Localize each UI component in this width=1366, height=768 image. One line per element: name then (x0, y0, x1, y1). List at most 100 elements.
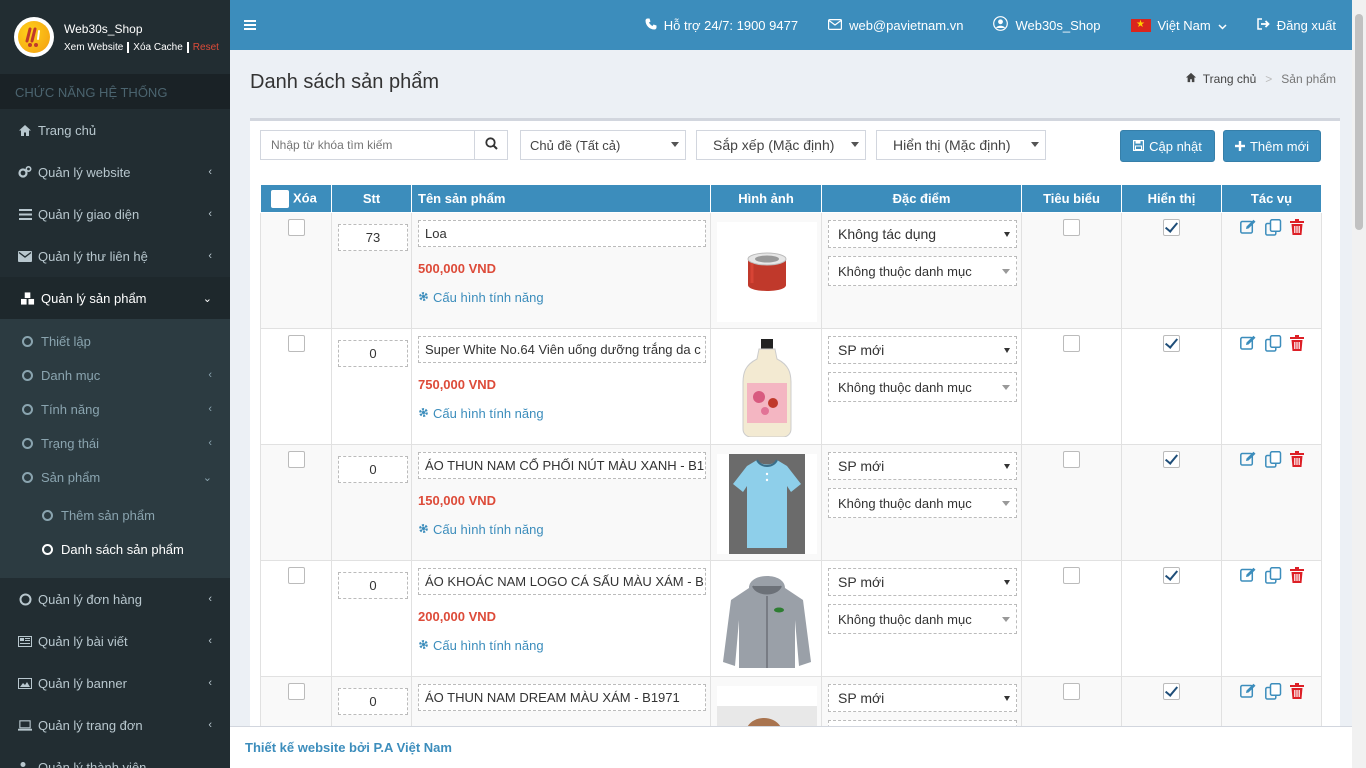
logo[interactable] (14, 17, 54, 57)
delete-checkbox[interactable] (287, 335, 305, 352)
feature-select[interactable]: SP mới (828, 684, 1017, 712)
scrollbar-thumb[interactable] (1355, 14, 1363, 230)
category-select[interactable]: Không thuộc danh mục (828, 488, 1017, 518)
vertical-scrollbar[interactable] (1352, 0, 1366, 768)
visible-checkbox[interactable] (1163, 335, 1180, 352)
category-select[interactable]: Không thuộc danh mục (828, 256, 1017, 286)
sidebar-item-orders[interactable]: Quản lý đơn hàng ‹ (0, 578, 230, 620)
product-image[interactable] (717, 686, 817, 726)
category-select[interactable]: Không thuộc danh mục (828, 372, 1017, 402)
edit-icon[interactable] (1239, 567, 1257, 587)
sidebar-item-theme[interactable]: Quản lý giao diện ‹ (0, 193, 230, 235)
cog-icon (418, 290, 429, 305)
visible-checkbox[interactable] (1163, 683, 1180, 700)
feature-select[interactable]: Không tác dụng (828, 220, 1017, 248)
email-link[interactable]: web@pavietnam.vn (828, 18, 963, 33)
trash-icon[interactable] (1289, 451, 1304, 471)
breadcrumb-home[interactable]: Trang chủ (1203, 72, 1257, 86)
product-image[interactable] (717, 222, 817, 322)
delete-checkbox[interactable] (287, 451, 305, 468)
copy-icon[interactable] (1264, 219, 1282, 239)
product-name-input[interactable]: ÁO KHOÁC NAM LOGO CÁ SẤU MÀU XÁM - B (418, 568, 706, 595)
chevron-left-icon: ‹ (208, 719, 212, 731)
product-name-input[interactable]: Loa (418, 220, 706, 247)
delete-checkbox[interactable] (287, 219, 305, 236)
product-image[interactable] (717, 454, 817, 554)
product-name-input[interactable]: ÁO THUN NAM DREAM MÀU XÁM - B1971 (418, 684, 706, 711)
featured-checkbox[interactable] (1063, 335, 1080, 352)
user-menu[interactable]: Web30s_Shop (993, 16, 1101, 34)
copy-icon[interactable] (1264, 335, 1282, 355)
sidebar-item-website[interactable]: Quản lý website ‹ (0, 151, 230, 193)
sidebar-subsub-product-list[interactable]: Danh sách sản phẩm (0, 532, 230, 566)
delete-checkbox[interactable] (287, 567, 305, 584)
stt-input[interactable]: 0 (338, 340, 408, 367)
update-button[interactable]: Cập nhật (1120, 130, 1215, 162)
stt-input[interactable]: 0 (338, 688, 408, 715)
copy-icon[interactable] (1264, 683, 1282, 703)
visible-checkbox[interactable] (1163, 567, 1180, 584)
stt-input[interactable]: 73 (338, 224, 408, 251)
product-image[interactable] (717, 338, 817, 438)
delete-checkbox[interactable] (287, 683, 305, 700)
product-name-input[interactable]: ÁO THUN NAM CỔ PHỐI NÚT MÀU XANH - B1 (418, 452, 706, 479)
display-select[interactable]: Hiển thị (Mặc định) (876, 130, 1046, 160)
visible-checkbox[interactable] (1163, 451, 1180, 468)
stt-input[interactable]: 0 (338, 572, 408, 599)
reset-link[interactable]: Reset (193, 42, 219, 53)
add-new-button[interactable]: Thêm mới (1223, 130, 1321, 162)
featured-cell (1021, 560, 1122, 677)
feature-select[interactable]: SP mới (828, 452, 1017, 480)
sidebar-item-products[interactable]: Quản lý sản phẩm ⌄ (0, 277, 230, 319)
language-select[interactable]: ★ Việt Nam (1130, 18, 1227, 33)
config-link[interactable]: Cấu hình tính năng (418, 638, 704, 653)
featured-checkbox[interactable] (1063, 451, 1080, 468)
category-select[interactable]: Chủ đề (Tất cả) (520, 130, 686, 160)
feature-select[interactable]: SP mới (828, 336, 1017, 364)
featured-checkbox[interactable] (1063, 219, 1080, 236)
config-link[interactable]: Cấu hình tính năng (418, 406, 704, 421)
sidebar-sub-category[interactable]: Danh mục ‹ (0, 358, 230, 392)
clear-cache-link[interactable]: Xóa Cache (133, 42, 182, 53)
trash-icon[interactable] (1289, 567, 1304, 587)
view-website-link[interactable]: Xem Website (64, 42, 123, 53)
edit-icon[interactable] (1239, 219, 1257, 239)
search-button[interactable] (475, 130, 508, 160)
product-name-input[interactable]: Super White No.64 Viên uống dưỡng trắng … (418, 336, 706, 363)
sidebar-sub-product[interactable]: Sản phẩm ⌄ (0, 460, 230, 494)
stt-input[interactable]: 0 (338, 456, 408, 483)
sidebar-item-banner[interactable]: Quản lý banner ‹ (0, 662, 230, 704)
config-link[interactable]: Cấu hình tính năng (418, 522, 704, 537)
hamburger-icon[interactable] (244, 20, 256, 30)
sidebar-item-posts[interactable]: Quản lý bài viết ‹ (0, 620, 230, 662)
edit-icon[interactable] (1239, 451, 1257, 471)
sidebar-item-pages[interactable]: Quản lý trang đơn ‹ (0, 704, 230, 746)
featured-checkbox[interactable] (1063, 567, 1080, 584)
product-image[interactable] (717, 570, 817, 670)
trash-icon[interactable] (1289, 683, 1304, 703)
sidebar-item-contact[interactable]: Quản lý thư liên hệ ‹ (0, 235, 230, 277)
sidebar-sub-setup[interactable]: Thiết lập (0, 324, 230, 358)
sidebar-subsub-add-product[interactable]: Thêm sản phẩm (0, 498, 230, 532)
sidebar-sub-status[interactable]: Trạng thái ‹ (0, 426, 230, 460)
support-link[interactable]: Hỗ trợ 24/7: 1900 9477 (645, 18, 798, 33)
featured-checkbox[interactable] (1063, 683, 1080, 700)
sidebar-item-members[interactable]: Quản lý thành viên (0, 746, 230, 768)
copy-icon[interactable] (1264, 451, 1282, 471)
logout-link[interactable]: Đăng xuất (1256, 18, 1336, 33)
visible-checkbox[interactable] (1163, 219, 1180, 236)
feature-select[interactable]: SP mới (828, 568, 1017, 596)
sort-select[interactable]: Sắp xếp (Mặc định) (696, 130, 866, 160)
edit-icon[interactable] (1239, 335, 1257, 355)
edit-icon[interactable] (1239, 683, 1257, 703)
sidebar-item-home[interactable]: Trang chủ (0, 109, 230, 151)
name-cell: ÁO THUN NAM DREAM MÀU XÁM - B1971 195,00… (411, 676, 711, 726)
category-select[interactable]: Không thuộc danh mục (828, 604, 1017, 634)
search-input[interactable] (260, 130, 476, 160)
trash-icon[interactable] (1289, 219, 1304, 239)
config-link[interactable]: Cấu hình tính năng (418, 290, 704, 305)
trash-icon[interactable] (1289, 335, 1304, 355)
sidebar-sub-feature[interactable]: Tính năng ‹ (0, 392, 230, 426)
copy-icon[interactable] (1264, 567, 1282, 587)
select-all-checkbox[interactable] (271, 189, 289, 208)
